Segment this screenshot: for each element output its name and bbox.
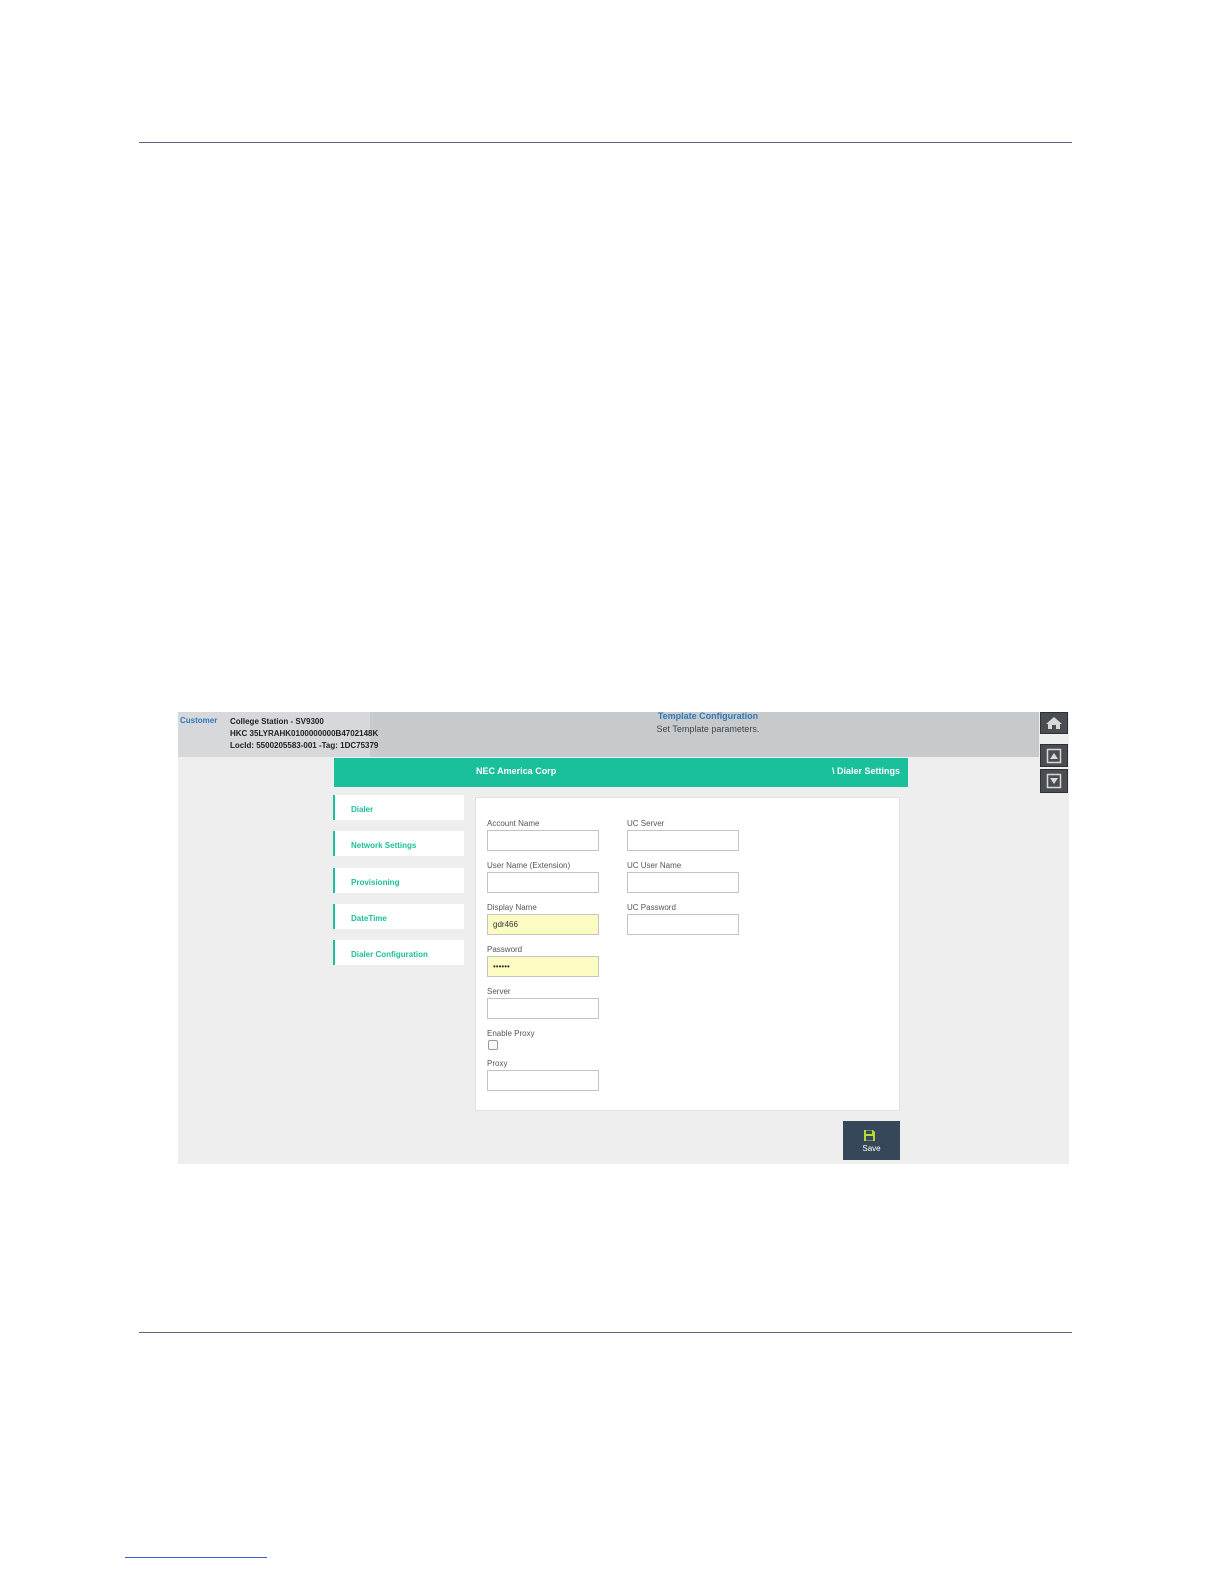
customer-details: College Station - SV9300 HKC 35LYRAHK010… <box>230 716 378 752</box>
account-name-input[interactable] <box>487 830 599 851</box>
proxy-input[interactable] <box>487 1070 599 1091</box>
display-name-label: Display Name <box>487 903 537 912</box>
user-name-label: User Name (Extension) <box>487 861 571 870</box>
uc-password-input[interactable] <box>627 914 739 935</box>
uc-user-name-input[interactable] <box>627 872 739 893</box>
arrow-down-icon <box>1046 773 1062 789</box>
customer-location-id: LocId: 5500205583-001 -Tag: 1DC75379 <box>230 741 379 750</box>
customer-info: Customer College Station - SV9300 HKC 35… <box>178 712 378 757</box>
page-footer-rule <box>139 1332 1072 1333</box>
server-label: Server <box>487 987 511 996</box>
account-name-label: Account Name <box>487 819 540 828</box>
menu-item-network-settings[interactable]: Network Settings <box>333 831 464 856</box>
save-button-label: Save <box>862 1144 881 1153</box>
enable-proxy-checkbox[interactable] <box>488 1040 498 1050</box>
page-subtitle: Set Template parameters. <box>656 724 760 734</box>
password-input[interactable] <box>487 956 599 977</box>
save-button[interactable]: Save <box>843 1121 900 1160</box>
page-title: Template Configuration <box>657 712 759 721</box>
page-header-rule <box>139 142 1072 143</box>
top-bar: Customer College Station - SV9300 HKC 35… <box>178 712 1039 757</box>
enable-proxy-label: Enable Proxy <box>487 1029 535 1038</box>
breadcrumb: \ Dialer Settings <box>831 766 900 776</box>
password-label: Password <box>487 945 523 954</box>
display-name-input[interactable] <box>487 914 599 935</box>
uc-user-name-label: UC User Name <box>627 861 682 870</box>
arrow-up-icon <box>1046 748 1062 763</box>
scroll-up-button[interactable] <box>1040 744 1068 767</box>
home-icon <box>1046 717 1062 729</box>
app-screenshot: Customer College Station - SV9300 HKC 35… <box>178 712 1069 1164</box>
home-button[interactable] <box>1040 712 1068 734</box>
floppy-disk-icon <box>864 1130 875 1141</box>
menu-item-provisioning[interactable]: Provisioning <box>333 868 464 893</box>
section-header-bar: NEC America Corp \ Dialer Settings <box>334 758 908 787</box>
uc-server-input[interactable] <box>627 830 739 851</box>
footer-link-underline <box>125 1557 267 1558</box>
uc-password-label: UC Password <box>627 903 676 912</box>
user-name-input[interactable] <box>487 872 599 893</box>
customer-site: College Station - SV9300 <box>230 717 324 726</box>
server-input[interactable] <box>487 998 599 1019</box>
menu-item-datetime[interactable]: DateTime <box>333 904 464 929</box>
scroll-down-button[interactable] <box>1040 769 1068 793</box>
customer-label[interactable]: Customer <box>180 716 217 725</box>
uc-server-label: UC Server <box>627 819 665 828</box>
customer-system-id: HKC 35LYRAHK0100000000B4702148K <box>230 729 379 738</box>
menu-item-dialer-configuration[interactable]: Dialer Configuration <box>333 940 464 965</box>
organization-name: NEC America Corp <box>476 766 557 776</box>
dialer-settings-form: Account Name User Name (Extension) Displ… <box>475 797 900 1111</box>
menu-item-dialer[interactable]: Dialer <box>333 795 464 820</box>
proxy-label: Proxy <box>487 1059 508 1068</box>
